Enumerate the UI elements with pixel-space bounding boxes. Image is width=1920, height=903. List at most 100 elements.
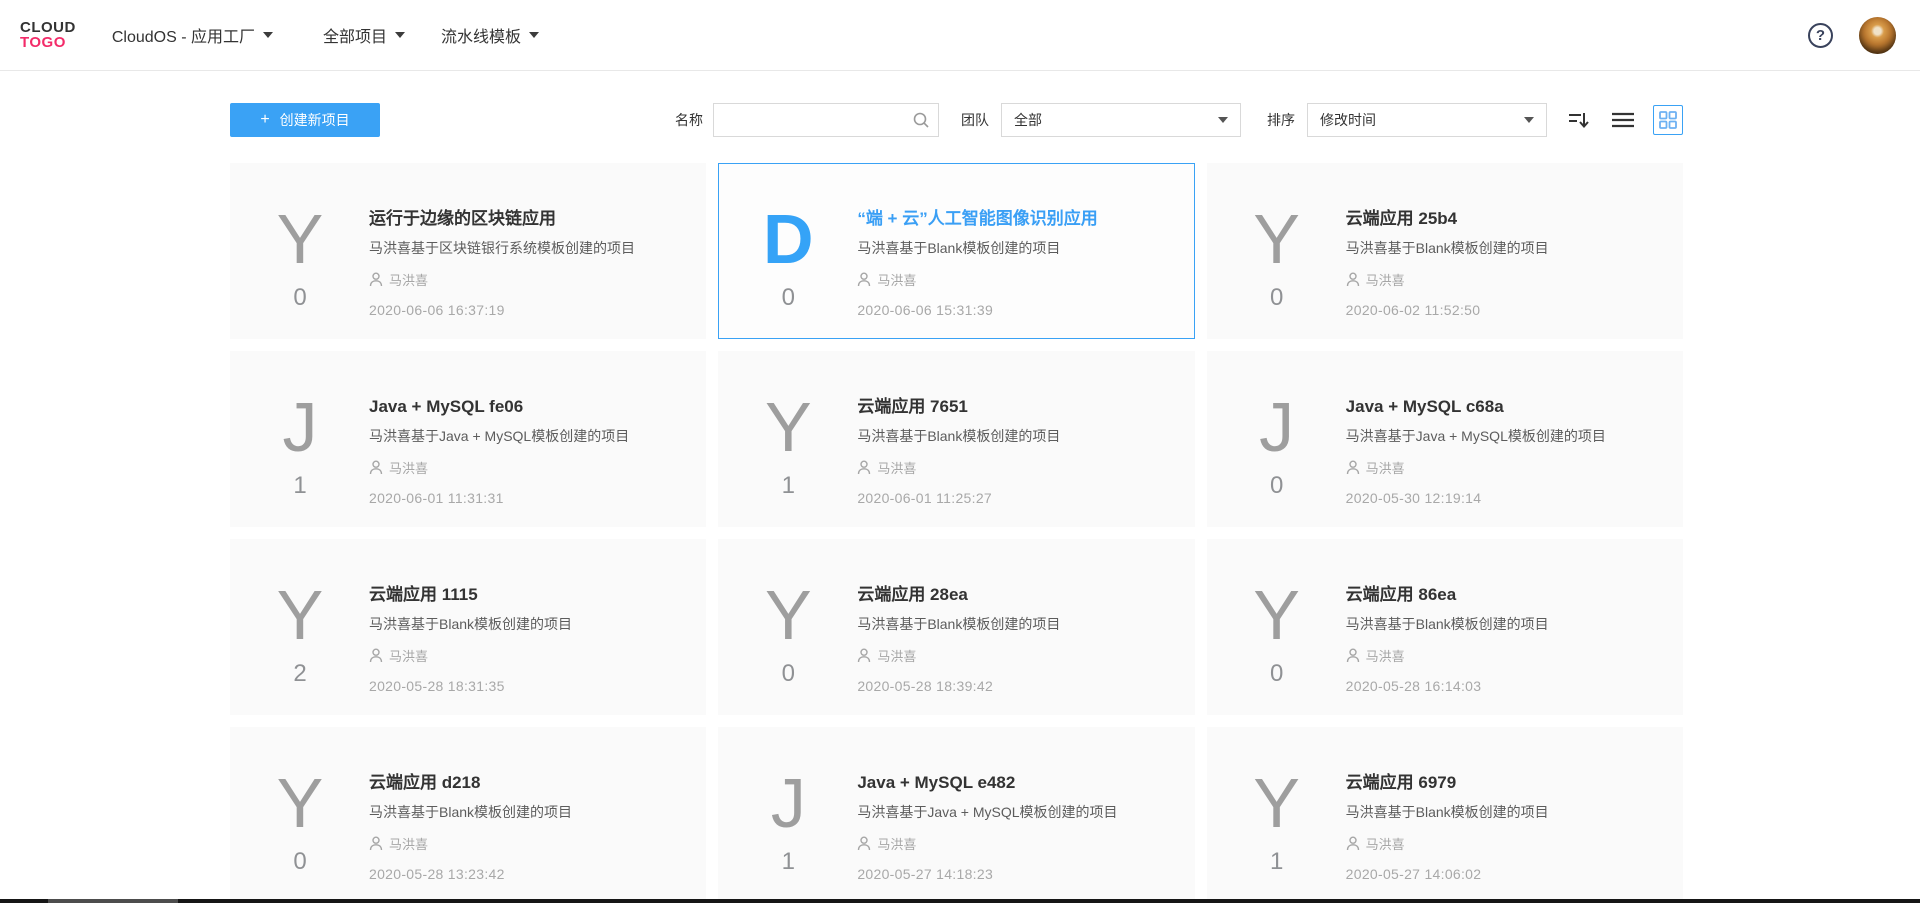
project-title[interactable]: 云端应用 86ea	[1346, 584, 1662, 606]
project-description: 马洪喜基于Blank模板创建的项目	[1346, 614, 1662, 634]
project-card[interactable]: Y 0 云端应用 86ea 马洪喜基于Blank模板创建的项目 马洪喜 2020…	[1207, 539, 1683, 715]
chevron-down-icon	[1218, 117, 1228, 123]
project-card-left: Y 0	[1208, 584, 1346, 714]
brand-logo[interactable]: CLOUD TOGO	[20, 20, 76, 50]
project-card[interactable]: J 1 Java + MySQL fe06 马洪喜基于Java + MySQL模…	[230, 351, 706, 527]
project-count: 0	[231, 850, 369, 874]
project-owner-name: 马洪喜	[389, 834, 428, 853]
create-project-label: 创建新项目	[280, 110, 350, 130]
project-card-left: Y 0	[719, 584, 857, 714]
project-owner: 马洪喜	[369, 270, 685, 289]
project-card[interactable]: Y 2 云端应用 1115 马洪喜基于Blank模板创建的项目 马洪喜 2020…	[230, 539, 706, 715]
project-title[interactable]: 云端应用 25b4	[1346, 208, 1662, 230]
project-count: 1	[719, 850, 857, 874]
project-timestamp: 2020-05-28 18:31:35	[369, 678, 685, 694]
person-icon	[369, 272, 383, 287]
project-card[interactable]: Y 0 云端应用 d218 马洪喜基于Blank模板创建的项目 马洪喜 2020…	[230, 727, 706, 903]
person-icon	[369, 836, 383, 851]
project-owner-name: 马洪喜	[1366, 270, 1405, 289]
project-description: 马洪喜基于Java + MySQL模板创建的项目	[857, 802, 1173, 822]
project-card[interactable]: Y 1 云端应用 6979 马洪喜基于Blank模板创建的项目 马洪喜 2020…	[1207, 727, 1683, 903]
project-card[interactable]: Y 0 云端应用 25b4 马洪喜基于Blank模板创建的项目 马洪喜 2020…	[1207, 163, 1683, 339]
search-icon[interactable]	[912, 111, 930, 129]
filter-toolbar: + 创建新项目 名称 团队 全部 排序 修改时间	[230, 103, 1683, 137]
project-timestamp: 2020-05-30 12:19:14	[1346, 490, 1662, 506]
project-timestamp: 2020-05-28 16:14:03	[1346, 678, 1662, 694]
project-card-body: 云端应用 28ea 马洪喜基于Blank模板创建的项目 马洪喜 2020-05-…	[857, 584, 1193, 714]
help-icon[interactable]: ?	[1808, 23, 1833, 48]
project-card-left: D 0	[719, 208, 857, 338]
project-title[interactable]: 云端应用 d218	[369, 772, 685, 794]
main-content: + 创建新项目 名称 团队 全部 排序 修改时间	[230, 103, 1683, 903]
chevron-down-icon	[263, 32, 273, 38]
nav-item-cloudos-app-factory[interactable]: CloudOS - 应用工厂	[112, 23, 273, 47]
name-search-input[interactable]	[714, 105, 904, 135]
plus-icon: +	[260, 112, 269, 128]
scrollbar-thumb[interactable]	[48, 899, 178, 903]
create-project-button[interactable]: + 创建新项目	[230, 103, 380, 137]
project-timestamp: 2020-05-27 14:06:02	[1346, 866, 1662, 882]
sort-direction-icon[interactable]	[1567, 109, 1591, 131]
project-owner: 马洪喜	[1346, 834, 1662, 853]
project-owner-name: 马洪喜	[877, 458, 916, 477]
project-letter-avatar: Y	[1208, 584, 1346, 646]
project-letter-avatar: J	[1208, 396, 1346, 458]
project-title[interactable]: 云端应用 6979	[1346, 772, 1662, 794]
project-owner: 马洪喜	[1346, 458, 1662, 477]
project-letter-avatar: J	[231, 396, 369, 458]
project-letter-avatar: Y	[231, 772, 369, 834]
person-icon	[857, 648, 871, 663]
project-title[interactable]: Java + MySQL e482	[857, 772, 1173, 794]
project-title[interactable]: 云端应用 28ea	[857, 584, 1173, 606]
project-owner: 马洪喜	[1346, 270, 1662, 289]
project-description: 马洪喜基于Blank模板创建的项目	[1346, 238, 1662, 258]
project-card[interactable]: J 1 Java + MySQL e482 马洪喜基于Java + MySQL模…	[718, 727, 1194, 903]
project-card-left: J 1	[231, 396, 369, 526]
team-select[interactable]: 全部	[1001, 103, 1241, 137]
project-owner: 马洪喜	[369, 458, 685, 477]
grid-view-toggle[interactable]	[1653, 105, 1683, 135]
project-card[interactable]: Y 1 云端应用 7651 马洪喜基于Blank模板创建的项目 马洪喜 2020…	[718, 351, 1194, 527]
project-card-body: 云端应用 d218 马洪喜基于Blank模板创建的项目 马洪喜 2020-05-…	[369, 772, 705, 902]
user-avatar[interactable]	[1859, 17, 1896, 54]
team-filter-label: 团队	[961, 110, 989, 130]
project-title[interactable]: Java + MySQL c68a	[1346, 396, 1662, 418]
project-description: 马洪喜基于Java + MySQL模板创建的项目	[1346, 426, 1662, 446]
project-timestamp: 2020-05-28 13:23:42	[369, 866, 685, 882]
person-icon	[369, 648, 383, 663]
person-icon	[1346, 460, 1360, 475]
list-view-icon[interactable]	[1611, 110, 1635, 130]
person-icon	[857, 460, 871, 475]
project-timestamp: 2020-06-02 11:52:50	[1346, 302, 1662, 318]
main-nav: CloudOS - 应用工厂 全部项目 流水线模板	[76, 23, 539, 47]
project-card[interactable]: Y 0 云端应用 28ea 马洪喜基于Blank模板创建的项目 马洪喜 2020…	[718, 539, 1194, 715]
project-timestamp: 2020-05-27 14:18:23	[857, 866, 1173, 882]
project-card[interactable]: D 0 “端 + 云”人工智能图像识别应用 马洪喜基于Blank模板创建的项目 …	[718, 163, 1194, 339]
brand-logo-line2: TOGO	[20, 35, 76, 50]
project-title[interactable]: “端 + 云”人工智能图像识别应用	[857, 208, 1173, 230]
project-count: 0	[1208, 286, 1346, 310]
nav-item-all-projects[interactable]: 全部项目	[323, 23, 405, 47]
sort-select[interactable]: 修改时间	[1307, 103, 1547, 137]
sort-filter-label: 排序	[1267, 110, 1295, 130]
project-card-body: “端 + 云”人工智能图像识别应用 马洪喜基于Blank模板创建的项目 马洪喜 …	[857, 208, 1193, 338]
project-letter-avatar: Y	[719, 396, 857, 458]
project-title[interactable]: Java + MySQL fe06	[369, 396, 685, 418]
name-filter-label: 名称	[675, 110, 703, 130]
chevron-down-icon	[395, 32, 405, 38]
project-description: 马洪喜基于Blank模板创建的项目	[1346, 802, 1662, 822]
project-card-left: Y 2	[231, 584, 369, 714]
project-title[interactable]: 云端应用 7651	[857, 396, 1173, 418]
project-count: 0	[719, 662, 857, 686]
header-right: ?	[1808, 17, 1896, 54]
project-count: 0	[231, 286, 369, 310]
project-card[interactable]: Y 0 运行于边缘的区块链应用 马洪喜基于区块链银行系统模板创建的项目 马洪喜 …	[230, 163, 706, 339]
project-card[interactable]: J 0 Java + MySQL c68a 马洪喜基于Java + MySQL模…	[1207, 351, 1683, 527]
project-card-body: 云端应用 6979 马洪喜基于Blank模板创建的项目 马洪喜 2020-05-…	[1346, 772, 1682, 902]
grid-view-icon	[1659, 111, 1677, 129]
project-title[interactable]: 运行于边缘的区块链应用	[369, 208, 685, 230]
project-count: 0	[719, 286, 857, 310]
project-title[interactable]: 云端应用 1115	[369, 584, 685, 606]
project-description: 马洪喜基于区块链银行系统模板创建的项目	[369, 238, 685, 258]
nav-item-pipeline-templates[interactable]: 流水线模板	[441, 23, 539, 47]
